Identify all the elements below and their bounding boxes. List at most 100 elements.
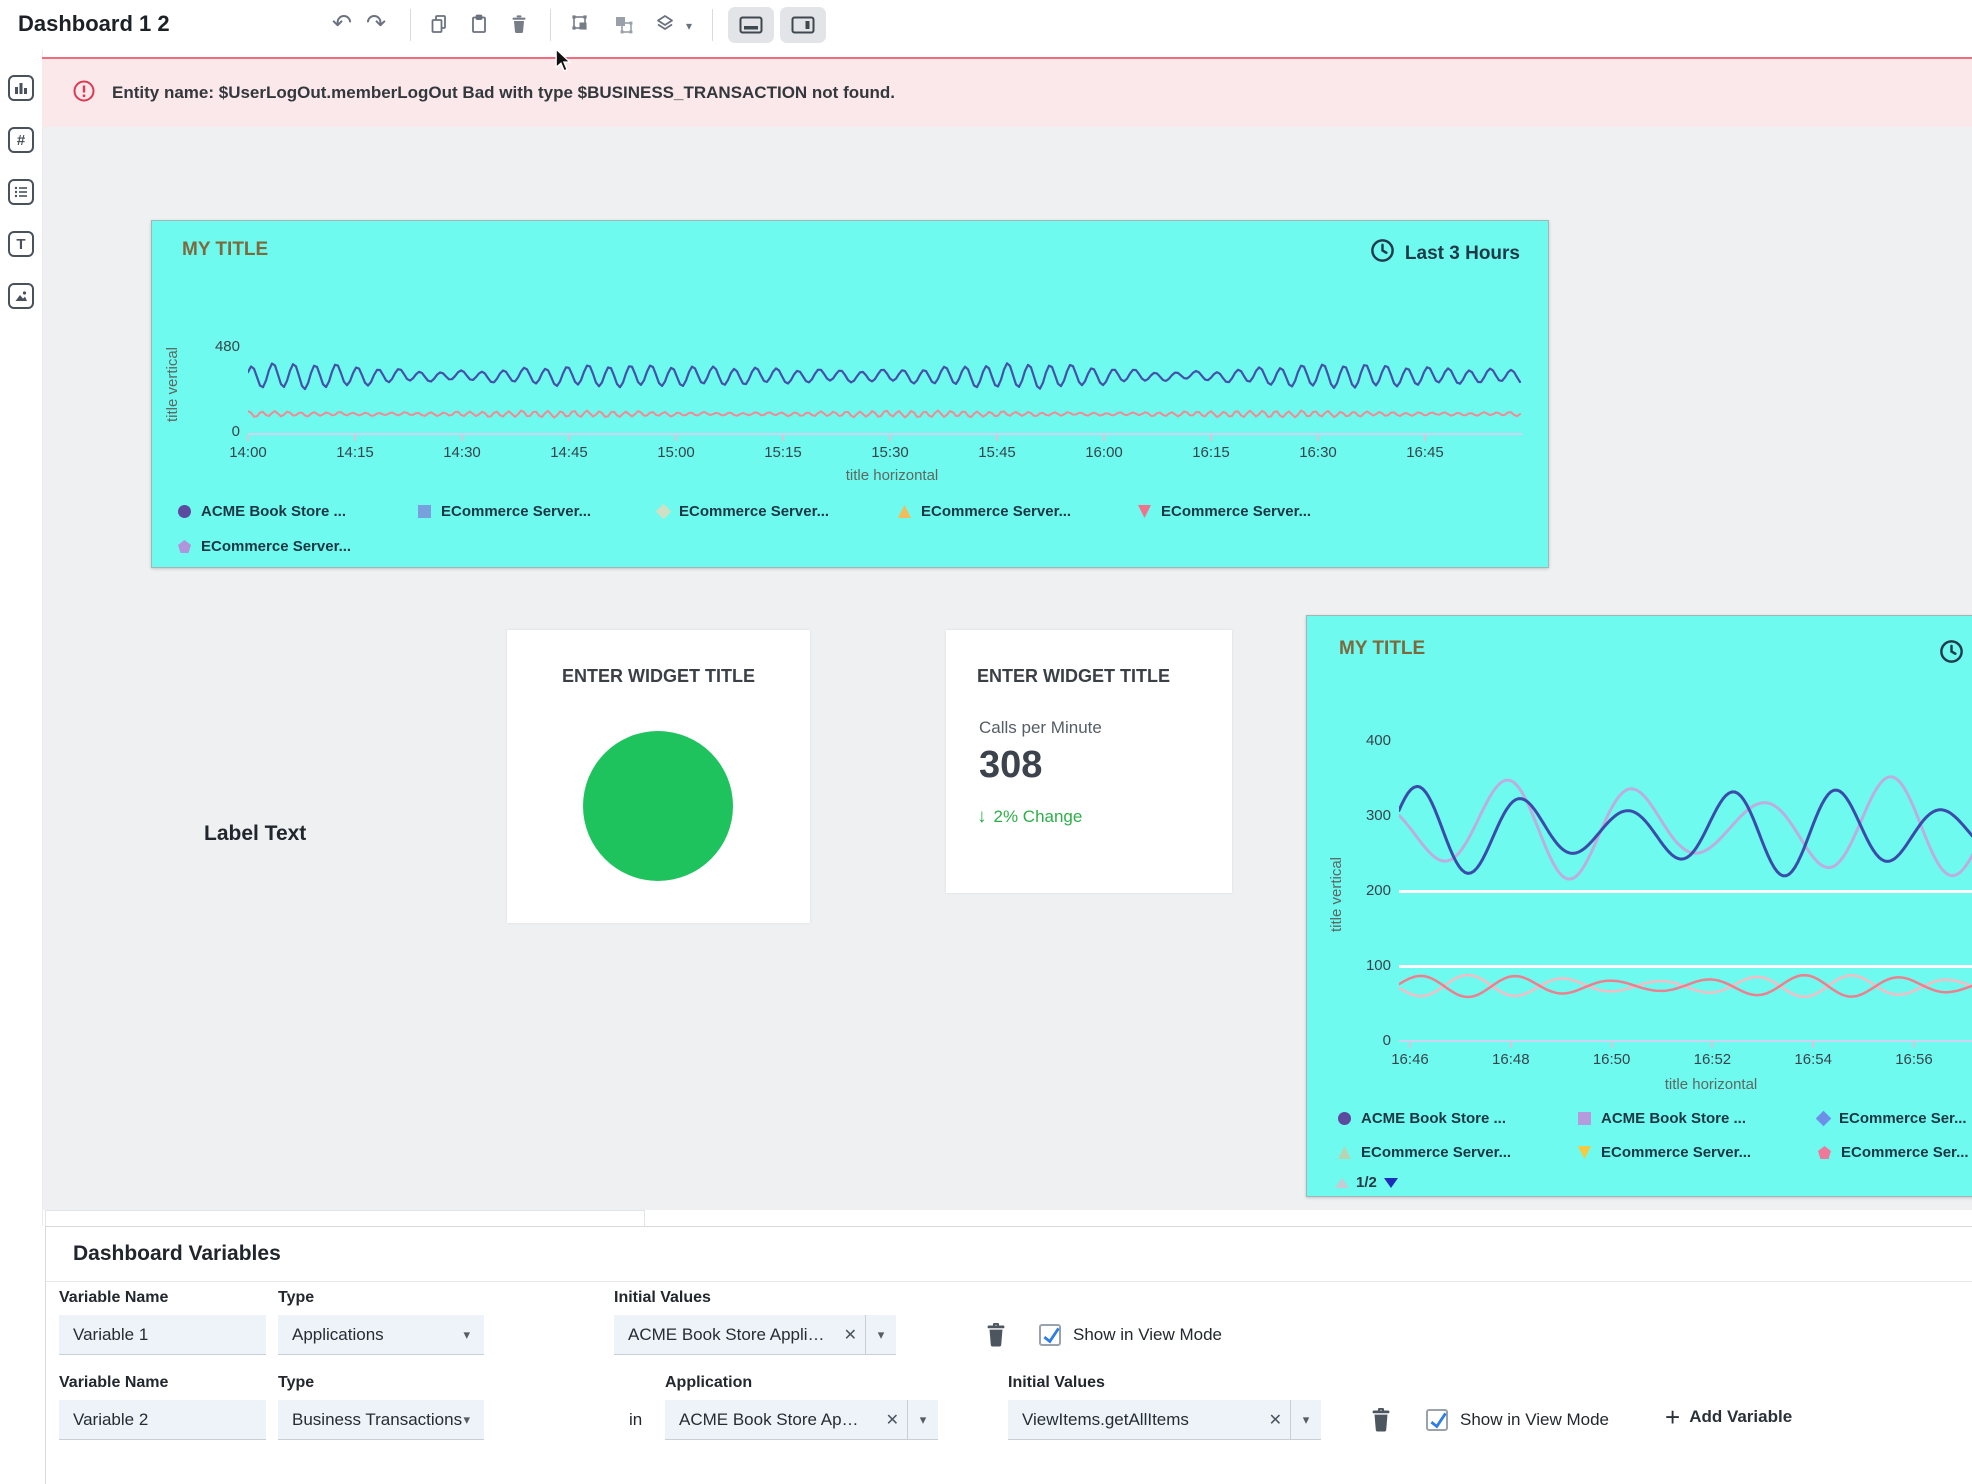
legend-item[interactable]: ACME Book Store ... — [178, 503, 418, 520]
show-in-view-mode-checkbox[interactable] — [1039, 1324, 1061, 1346]
chart-legend-row-1: ACME Book Store ...ACME Book Store ... EC… — [1338, 1110, 1972, 1127]
y-axis-ticks: 4800 — [192, 337, 240, 442]
application-combo[interactable]: ACME Book Store Applicat... ✕ ▾ — [665, 1400, 938, 1440]
image-widget-icon[interactable] — [8, 283, 34, 309]
delete-variable-icon[interactable] — [984, 1321, 1008, 1353]
circle-marker-icon — [1338, 1112, 1351, 1125]
tick-label: 480 — [192, 337, 240, 357]
variable-name-label: Variable Name — [59, 1289, 168, 1307]
metric-widget[interactable]: ENTER WIDGET TITLE Calls per Minute 308 … — [946, 630, 1232, 893]
initial-values-label: Initial Values — [1008, 1374, 1105, 1392]
triangle-down-marker-icon — [1138, 505, 1151, 518]
tick-label: 0 — [1343, 1031, 1391, 1051]
chevron-down-icon: ▾ — [463, 1412, 470, 1428]
clock-icon[interactable] — [1938, 638, 1965, 670]
type-select-value: Business Transactions — [292, 1410, 462, 1430]
show-in-view-mode-checkbox[interactable] — [1426, 1409, 1448, 1431]
legend-label: ECommerce Server... — [201, 538, 351, 555]
type-label: Type — [278, 1289, 314, 1307]
chart-legend-row-1: ACME Book Store ...ECommerce Server...EC… — [178, 503, 1378, 520]
pager-up-icon[interactable] — [1335, 1178, 1349, 1188]
application-value: ACME Book Store Applicat... — [665, 1410, 878, 1430]
metric-label: Calls per Minute — [979, 718, 1102, 738]
legend-item[interactable]: ECommerce Ser... — [1818, 1144, 1972, 1161]
tick-label: 15:15 — [761, 435, 805, 461]
error-icon — [72, 79, 96, 108]
pager-down-icon[interactable] — [1384, 1178, 1398, 1188]
clear-icon[interactable]: ✕ — [878, 1410, 907, 1430]
widget-title: MY TITLE — [182, 239, 268, 261]
add-variable-label: Add Variable — [1689, 1407, 1792, 1427]
initial-values-combo[interactable]: ViewItems.getAllItems ✕ ▾ — [1008, 1400, 1321, 1440]
add-variable-button[interactable]: + Add Variable — [1665, 1405, 1792, 1429]
delete-icon[interactable] — [508, 13, 532, 37]
triangle-down-marker-icon — [1578, 1146, 1591, 1159]
group-icon[interactable] — [570, 13, 594, 37]
layers-icon[interactable] — [654, 13, 678, 37]
panel-bottom-toggle[interactable] — [728, 7, 774, 43]
paste-icon[interactable] — [468, 13, 492, 37]
legend-item[interactable]: ECommerce Server... — [658, 503, 898, 520]
metric-widget-icon[interactable]: # — [8, 127, 34, 153]
legend-item[interactable]: ECommerce Server... — [1138, 503, 1378, 520]
legend-item[interactable]: ECommerce Server... — [178, 538, 418, 555]
type-select[interactable]: Applications ▾ — [278, 1315, 484, 1355]
square-marker-icon — [418, 505, 431, 518]
copy-icon[interactable] — [428, 13, 452, 37]
timeseries-widget-2[interactable]: MY TITLE title vertical 4003002001000 16… — [1306, 615, 1972, 1197]
tick-label: 16:50 — [1590, 1042, 1634, 1068]
widget-title: ENTER WIDGET TITLE — [977, 666, 1170, 687]
chevron-down-icon[interactable]: ▾ — [908, 1412, 938, 1428]
tick-label: 16:46 — [1388, 1042, 1432, 1068]
ungroup-icon[interactable] — [612, 13, 636, 37]
legend-item[interactable]: ACME Book Store ... — [1578, 1110, 1818, 1127]
delete-variable-icon[interactable] — [1369, 1406, 1393, 1438]
chart-legend-row-2: ECommerce Server...ECommerce Server...EC… — [1338, 1144, 1972, 1161]
legend-item[interactable]: ECommerce Server... — [1578, 1144, 1818, 1161]
legend-item[interactable]: ECommerce Server... — [898, 503, 1138, 520]
redo-icon[interactable]: ↷ — [364, 13, 388, 37]
panel-divider — [46, 1281, 1972, 1282]
metric-value: 308 — [979, 744, 1042, 787]
variable-name-label: Variable Name — [59, 1374, 168, 1392]
health-widget[interactable]: ENTER WIDGET TITLE — [507, 630, 810, 923]
tick-label: 16:45 — [1403, 435, 1447, 461]
legend-label: ACME Book Store ... — [201, 503, 346, 520]
chevron-down-icon[interactable]: ▾ — [1291, 1412, 1321, 1428]
canvas-scrollbar[interactable] — [45, 1210, 645, 1226]
panel-right-toggle[interactable] — [780, 7, 826, 43]
show-in-view-mode-label: Show in View Mode — [1460, 1410, 1609, 1430]
legend-item[interactable]: ECommerce Server... — [418, 503, 658, 520]
layers-caret-icon[interactable]: ▾ — [686, 19, 692, 33]
undo-icon[interactable]: ↶ — [330, 13, 354, 37]
text-widget-icon[interactable]: T — [8, 231, 34, 257]
square-marker-icon — [1578, 1112, 1591, 1125]
initial-values-combo[interactable]: ACME Book Store Applicat... ✕ ▾ — [614, 1315, 896, 1355]
pentagon-marker-icon — [1818, 1146, 1831, 1159]
legend-pager: 1/2 — [1335, 1174, 1398, 1191]
time-range[interactable]: Last 3 Hours — [1369, 237, 1520, 270]
legend-item[interactable]: ECommerce Server... — [1338, 1144, 1578, 1161]
chevron-down-icon[interactable]: ▾ — [866, 1327, 896, 1343]
legend-item[interactable]: ACME Book Store ... — [1338, 1110, 1578, 1127]
variable-name-input[interactable] — [59, 1315, 266, 1355]
chart-widget-icon[interactable] — [8, 75, 34, 101]
legend-label: ECommerce Server... — [1361, 1144, 1511, 1161]
initial-values-value: ACME Book Store Applicat... — [614, 1325, 836, 1345]
tick-label: 16:15 — [1189, 435, 1233, 461]
type-select[interactable]: Business Transactions ▾ — [278, 1400, 484, 1440]
line-chart — [248, 351, 1522, 436]
mouse-cursor — [552, 48, 574, 77]
clear-icon[interactable]: ✕ — [1261, 1410, 1290, 1430]
diamond-marker-icon — [1816, 1111, 1832, 1127]
legend-label: ECommerce Ser... — [1839, 1110, 1967, 1127]
tick-label: 200 — [1343, 881, 1391, 901]
chart-legend-row-2: ECommerce Server... — [178, 538, 418, 555]
label-widget[interactable]: Label Text — [204, 822, 306, 846]
clear-icon[interactable]: ✕ — [836, 1325, 865, 1345]
legend-item[interactable]: ECommerce Ser... — [1818, 1110, 1972, 1127]
list-widget-icon[interactable] — [8, 179, 34, 205]
tick-label: 15:30 — [868, 435, 912, 461]
variable-name-input[interactable] — [59, 1400, 266, 1440]
timeseries-widget-1[interactable]: MY TITLE Last 3 Hours title vertical 480… — [151, 220, 1549, 568]
